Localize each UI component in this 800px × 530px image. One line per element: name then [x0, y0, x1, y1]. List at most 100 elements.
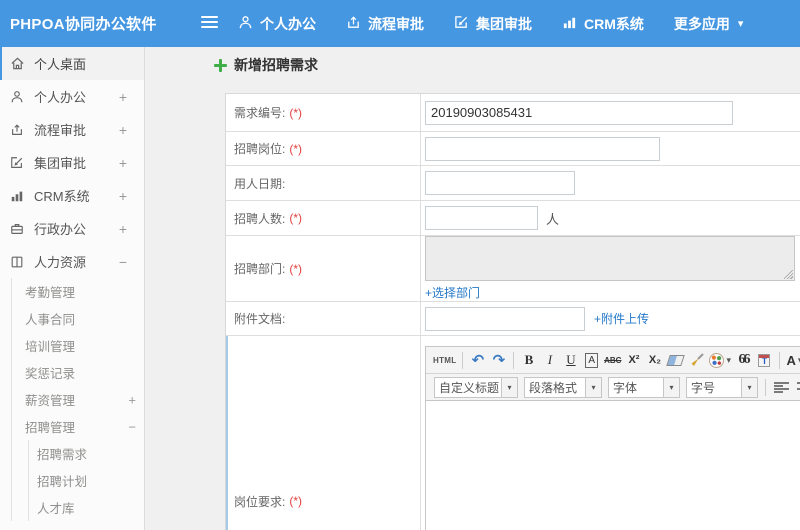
caret-down-icon: ▾ — [501, 377, 517, 397]
nav-more-apps[interactable]: 更多应用 ▾ — [674, 14, 744, 34]
italic-button[interactable]: I — [541, 350, 558, 370]
attachment-input[interactable] — [425, 306, 585, 331]
form-row-hire-date: 用人日期: — [226, 166, 800, 201]
strikethrough-button[interactable]: ABC — [604, 350, 621, 370]
dropdown-label: 字体 — [613, 380, 638, 395]
sidebar-item-label: 行政办公 — [34, 222, 87, 237]
sidebar-item-admin-office[interactable]: 行政办公 + — [0, 212, 144, 245]
dropdown-label: 自定义标题 — [439, 380, 500, 395]
field-label: 招聘人数: — [234, 211, 286, 226]
sidebar-item-label: 个人桌面 — [34, 57, 87, 72]
font-size-dropdown[interactable]: 字号 ▾ — [686, 376, 758, 398]
dropdown-label: 段落格式 — [529, 380, 578, 395]
department-textarea[interactable] — [425, 236, 795, 281]
format-painter-button[interactable] — [688, 350, 705, 370]
field-label: 岗位要求: — [234, 494, 286, 509]
sidebar-item-talent-pool[interactable]: 人才库 — [29, 494, 144, 521]
request-number-input[interactable] — [425, 100, 733, 125]
nav-label: 个人办公 — [260, 15, 316, 32]
char-border-button[interactable]: A — [585, 352, 599, 368]
menu-toggle-icon[interactable] — [201, 16, 218, 31]
edit-icon — [454, 15, 476, 33]
required-marker: (*) — [289, 105, 303, 120]
sidebar-item-label: 考勤管理 — [25, 286, 76, 300]
expand-plus-icon[interactable]: + — [119, 155, 127, 171]
collapse-minus-icon[interactable]: − — [128, 419, 136, 434]
briefcase-icon — [9, 221, 25, 237]
eraser-button[interactable] — [666, 350, 686, 370]
sidebar-item-label: CRM系统 — [34, 189, 90, 204]
select-department-link[interactable]: +选择部门 — [425, 284, 480, 301]
recruit-request-form: 需求编号: (*) 招聘岗位: (*) 用人日期: — [225, 93, 800, 530]
nav-label: 流程审批 — [368, 15, 424, 32]
sidebar-item-attendance-management[interactable]: 考勤管理 — [12, 278, 144, 305]
hire-date-input[interactable] — [425, 171, 575, 195]
nav-personal-office[interactable]: 个人办公 — [238, 14, 316, 34]
sidebar-item-human-resources[interactable]: 人力资源 − — [0, 245, 144, 278]
sidebar-item-recruit-plan[interactable]: 招聘计划 — [29, 467, 144, 494]
expand-plus-icon[interactable]: + — [119, 188, 127, 204]
field-label: 需求编号: — [234, 106, 286, 120]
sidebar-item-recruit-management[interactable]: 招聘管理 − — [12, 413, 144, 440]
headcount-input[interactable] — [425, 206, 538, 230]
paste-text-button[interactable]: T — [756, 350, 773, 370]
undo-button[interactable]: ↶ — [469, 350, 486, 370]
required-marker: (*) — [289, 211, 303, 225]
resize-handle[interactable] — [784, 270, 793, 279]
sidebar-item-hr-contract[interactable]: 人事合同 — [12, 305, 144, 332]
font-color-button[interactable]: A ▾ — [786, 350, 800, 370]
expand-plus-icon[interactable]: + — [128, 392, 136, 407]
sidebar-item-salary-management[interactable]: 薪资管理 + — [12, 386, 144, 413]
chart-icon — [562, 15, 584, 33]
blockquote-button[interactable]: 66 — [735, 350, 752, 370]
superscript-button[interactable]: X² — [625, 350, 642, 370]
editor-content-area[interactable] — [426, 401, 800, 530]
attachment-upload-link[interactable]: +附件上传 — [594, 310, 649, 327]
html-source-button[interactable]: HTML — [433, 350, 456, 370]
color-palette-button[interactable]: ▾ — [709, 350, 731, 370]
sidebar-item-reward-punishment[interactable]: 奖惩记录 — [12, 359, 144, 386]
custom-title-dropdown[interactable]: 自定义标题 ▾ — [434, 376, 518, 398]
underline-button[interactable]: U — [562, 350, 579, 370]
nav-crm-system[interactable]: CRM系统 — [562, 14, 644, 34]
redo-button[interactable]: ↷ — [490, 350, 507, 370]
nav-group-approval[interactable]: 集团审批 — [454, 14, 532, 34]
paragraph-format-dropdown[interactable]: 段落格式 ▾ — [524, 376, 602, 398]
bold-button[interactable]: B — [520, 350, 537, 370]
hr-submenu: 考勤管理 人事合同 培训管理 奖惩记录 薪资管理 + 招聘管理 − 招聘需求 招… — [11, 278, 144, 521]
expand-plus-icon[interactable]: + — [119, 89, 127, 105]
caret-down-icon: ▾ — [663, 377, 679, 397]
field-label: 用人日期: — [234, 176, 286, 191]
sidebar-item-label: 人力资源 — [34, 255, 87, 270]
top-navigation: 个人办公 流程审批 集团审批 CRM系统 更多应用 ▾ — [238, 0, 773, 47]
font-family-dropdown[interactable]: 字体 ▾ — [608, 376, 680, 398]
sidebar-item-recruit-request[interactable]: 招聘需求 — [29, 440, 144, 467]
sidebar-item-personal-desktop[interactable]: 个人桌面 — [0, 47, 144, 80]
sidebar-item-crm-system[interactable]: CRM系统 + — [0, 179, 144, 212]
eraser-icon — [666, 354, 686, 366]
add-plus-icon — [214, 58, 227, 72]
sidebar-item-label: 集团审批 — [34, 156, 87, 171]
sidebar-item-training-management[interactable]: 培训管理 — [12, 332, 144, 359]
palette-icon — [709, 352, 725, 368]
caret-down-icon: ▾ — [737, 18, 744, 30]
align-left-button[interactable] — [774, 381, 789, 393]
form-row-headcount: 招聘人数: (*) 人 — [226, 201, 800, 236]
subscript-button[interactable]: X₂ — [646, 350, 663, 370]
caret-down-icon: ▾ — [585, 377, 601, 397]
sidebar-item-workflow-approval[interactable]: 流程审批 + — [0, 113, 144, 146]
collapse-minus-icon[interactable]: − — [119, 254, 127, 270]
sidebar-item-label: 薪资管理 — [25, 394, 76, 408]
sidebar-item-label: 招聘需求 — [37, 448, 88, 462]
home-icon — [9, 56, 25, 72]
sidebar-item-personal-office[interactable]: 个人办公 + — [0, 80, 144, 113]
nav-workflow-approval[interactable]: 流程审批 — [346, 14, 424, 34]
position-input[interactable] — [425, 136, 660, 161]
app-logo: PHPOA协同办公软件 — [10, 16, 157, 33]
expand-plus-icon[interactable]: + — [119, 221, 127, 237]
clipboard-icon: T — [758, 353, 771, 367]
approval-icon — [9, 122, 25, 138]
headcount-unit-label: 人 — [546, 211, 560, 227]
expand-plus-icon[interactable]: + — [119, 122, 127, 138]
sidebar-item-group-approval[interactable]: 集团审批 + — [0, 146, 144, 179]
